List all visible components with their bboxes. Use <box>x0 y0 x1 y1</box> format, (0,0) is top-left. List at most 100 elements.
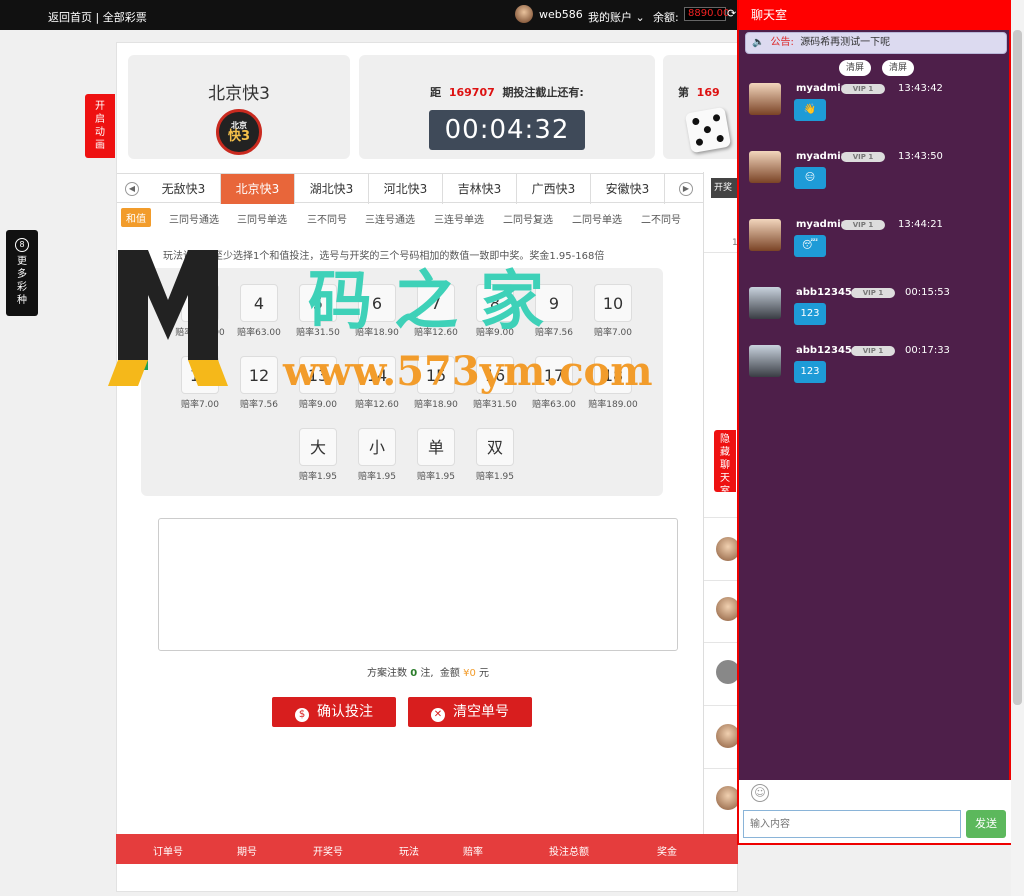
order-table-header: 订单号 期号 开奖号 玩法 赔率 投注总额 奖金 <box>116 834 738 864</box>
odd-button[interactable]: 单 <box>417 428 455 466</box>
number-button[interactable]: 9 <box>535 284 573 322</box>
tab-beijing[interactable]: 北京快3 <box>221 174 295 204</box>
number-button[interactable]: 13 <box>299 356 337 394</box>
clear-screen-button[interactable]: 清屏 <box>839 60 872 76</box>
message-bubble: 😴 <box>794 235 826 257</box>
odds-label: 赔率1.95 <box>357 472 397 482</box>
col-prize: 奖金 <box>657 847 677 858</box>
number-button[interactable]: 5 <box>299 284 337 322</box>
chat-message: myadmin VIP 1 13:43:42 👋 <box>749 83 999 143</box>
tab-wudi[interactable]: 无敌快3 <box>147 174 221 204</box>
col-period: 期号 <box>237 847 257 858</box>
open-animation-tab[interactable]: 开启动画 <box>85 94 115 158</box>
subtab-hezhi[interactable]: 和值 <box>121 208 151 227</box>
summary-unit: 注, <box>420 668 434 679</box>
user-menu[interactable]: web586 <box>515 5 583 23</box>
play-description: 玩法说明：至少选择1个和值投注，选号与开奖的三个号码相加的数值一致即中奖。奖金1… <box>163 251 605 262</box>
confirm-bet-button[interactable]: $ 确认投注 <box>272 697 396 727</box>
trash-icon: ✕ <box>431 708 445 722</box>
summary-prefix: 方案注数 <box>367 668 407 679</box>
subtab-erbutong[interactable]: 二不同号 <box>641 211 681 226</box>
more-lottery-tab[interactable]: 8 更多彩种 <box>6 230 38 316</box>
number-button[interactable]: 8 <box>476 284 514 322</box>
clear-screen-button[interactable]: 清屏 <box>882 60 915 76</box>
odds-label: 赔率9.00 <box>475 328 515 338</box>
vip-badge: VIP 1 <box>851 288 895 298</box>
tab-hebei[interactable]: 河北快3 <box>369 174 443 204</box>
number-button[interactable]: 16 <box>476 356 514 394</box>
avatar <box>515 5 533 23</box>
subtab-santong-tongxuan[interactable]: 三同号通选 <box>169 211 219 226</box>
subtab-santong-danxuan[interactable]: 三同号单选 <box>237 211 287 226</box>
subtab-sanbutong[interactable]: 三不同号 <box>307 211 347 226</box>
tab-hubei[interactable]: 湖北快3 <box>295 174 369 204</box>
message-user: abb123456 <box>796 287 859 298</box>
open-animation-label: 开启动画 <box>95 101 105 151</box>
odds-label: 赔率1.95 <box>416 472 456 482</box>
chat-notice: 🔈 公告: 源码希再测试一下呢 <box>745 32 1007 54</box>
number-button[interactable]: 3 <box>181 284 219 322</box>
number-button[interactable]: 15 <box>417 356 455 394</box>
number-button[interactable]: 6 <box>358 284 396 322</box>
number-button[interactable]: 12 <box>240 356 278 394</box>
message-time: 13:44:21 <box>898 219 943 230</box>
odds-label: 赔率189.00 <box>588 400 638 410</box>
vip-badge: VIP 1 <box>841 220 885 230</box>
message-bubble: 123 <box>794 303 826 325</box>
message-time: 13:43:50 <box>898 151 943 162</box>
odds-label: 赔率7.56 <box>534 328 574 338</box>
chat-message: abb123456 VIP 1 00:15:53 123 <box>749 287 999 347</box>
number-button[interactable]: 18 <box>594 356 632 394</box>
hide-chat-tab[interactable]: 隐藏聊天室 <box>714 430 736 497</box>
subtab-sanlian-tongxuan[interactable]: 三连号通选 <box>365 211 415 226</box>
number-button[interactable]: 14 <box>358 356 396 394</box>
message-bubble: 😑 <box>794 167 826 189</box>
bet-list-area[interactable] <box>158 518 678 651</box>
small-button[interactable]: 小 <box>358 428 396 466</box>
tab-jilin[interactable]: 吉林快3 <box>443 174 517 204</box>
number-button[interactable]: 4 <box>240 284 278 322</box>
bet-count: 0 <box>410 668 418 679</box>
scrollbar-thumb[interactable] <box>1013 30 1022 705</box>
prev-arrow-icon[interactable]: ◀ <box>125 182 139 196</box>
odds-label: 赔率18.90 <box>414 400 458 410</box>
home-link[interactable]: 返回首页 <box>48 11 92 24</box>
lottery-logo: 北京 快3 <box>216 109 262 155</box>
page-scrollbar[interactable] <box>1011 0 1024 896</box>
number-button[interactable]: 17 <box>535 356 573 394</box>
refresh-icon[interactable]: ⟳ <box>727 7 736 20</box>
subtab-sanlian-danxuan[interactable]: 三连号单选 <box>434 211 484 226</box>
number-board: 3 赔率189.00 4 赔率63.00 5 赔率31.50 6 赔率18.90… <box>141 268 663 496</box>
clear-bets-button[interactable]: ✕ 清空单号 <box>408 697 532 727</box>
next-arrow-icon[interactable]: ▶ <box>679 182 693 196</box>
odds-label: 赔率189.00 <box>175 328 225 338</box>
next-period-number: 169 <box>696 86 720 99</box>
notice-label: 公告: <box>770 37 794 48</box>
bet-summary: 方案注数 0 注, 金额 ¥0 元 <box>117 664 739 679</box>
chat-message: abb123456 VIP 1 00:17:33 123 <box>749 345 999 405</box>
number-button[interactable]: 11 <box>181 356 219 394</box>
account-label: 我的账户 <box>588 11 632 24</box>
tab-guangxi[interactable]: 广西快3 <box>517 174 591 204</box>
emoji-icon[interactable]: ☺ <box>751 784 769 802</box>
subtab-ertong-danxuan[interactable]: 二同号单选 <box>572 211 622 226</box>
chat-input[interactable] <box>743 810 961 838</box>
col-odds: 赔率 <box>463 847 483 858</box>
col-order-id: 订单号 <box>153 847 183 858</box>
even-button[interactable]: 双 <box>476 428 514 466</box>
all-lottery-link[interactable]: 全部彩票 <box>103 11 147 24</box>
account-menu[interactable]: 我的账户 ⌄ <box>588 9 645 25</box>
money-bag-icon: $ <box>295 708 309 722</box>
subtab-ertong-fuxuan[interactable]: 二同号复选 <box>503 211 553 226</box>
odds-label: 赔率1.95 <box>475 472 515 482</box>
big-button[interactable]: 大 <box>299 428 337 466</box>
odds-label: 赔率63.00 <box>237 328 281 338</box>
period-prefix: 距 <box>430 86 442 99</box>
number-button[interactable]: 7 <box>417 284 455 322</box>
send-button[interactable]: 发送 <box>966 810 1006 838</box>
draw-results-tab[interactable]: 开奖 <box>711 178 739 198</box>
tab-anhui[interactable]: 安徽快3 <box>591 174 665 204</box>
lottery-tabs: ◀ 无敌快3 北京快3 湖北快3 河北快3 吉林快3 广西快3 安徽快3 ▶ <box>117 173 739 204</box>
avatar <box>749 219 781 251</box>
number-button[interactable]: 10 <box>594 284 632 322</box>
